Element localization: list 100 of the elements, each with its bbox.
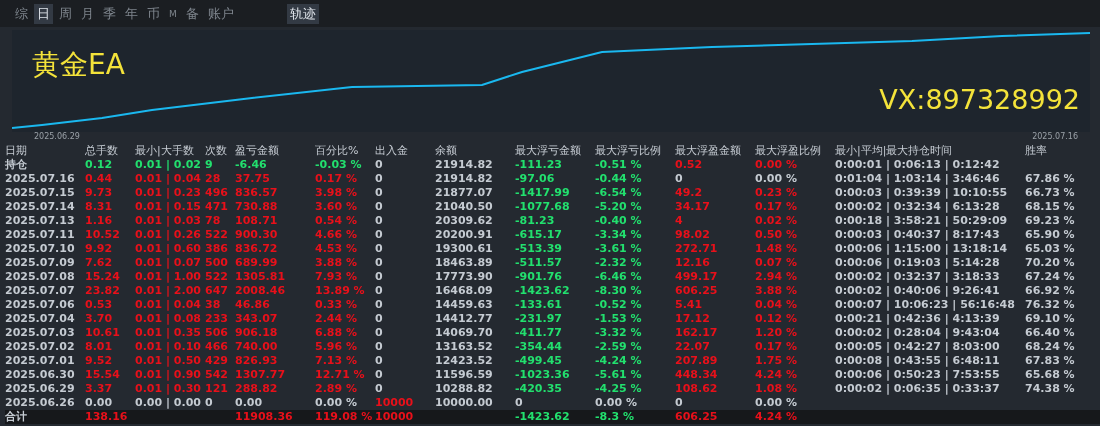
table-cell: 466 <box>205 340 228 353</box>
table-cell: 0.00 % <box>755 158 797 171</box>
table-cell: 496 <box>205 186 228 199</box>
table-cell: 0.01 | 0.50 <box>135 354 201 367</box>
table-cell: 21877.07 <box>435 186 493 199</box>
table-cell: 0.01 | 0.04 <box>135 298 201 311</box>
table-cell: 2025.07.01 <box>5 354 75 367</box>
table-cell: 7.62 <box>85 256 113 269</box>
table-cell: 0.01 | 0.15 <box>135 200 201 213</box>
table-cell: 1.75 % <box>755 354 797 367</box>
period-tab[interactable]: 备 <box>182 3 202 24</box>
table-cell: 0:00:02 | 0:06:35 | 0:33:37 <box>835 382 1000 395</box>
table-cell: 68.15 % <box>1025 200 1075 213</box>
table-cell: 0:00:02 | 0:28:04 | 9:43:04 <box>835 326 1000 339</box>
table-cell: 16468.09 <box>435 284 493 297</box>
axis-date-label: 2025.07.16 <box>1032 132 1078 143</box>
period-tab[interactable]: 日 <box>34 3 53 24</box>
table-cell: 0.01 | 0.26 <box>135 228 201 241</box>
table-cell: 2025.07.03 <box>5 326 75 339</box>
table-cell: 0.01 | 0.10 <box>135 340 201 353</box>
table-cell: 10288.82 <box>435 382 493 395</box>
table-cell: 0 <box>375 340 383 353</box>
column-header: 余额 <box>435 144 458 158</box>
table-cell: 0:00:01 | 0:06:13 | 0:12:42 <box>835 158 1000 171</box>
period-tab[interactable]: 账户 <box>204 3 237 24</box>
table-cell: 9.92 <box>85 242 113 255</box>
table-cell: 4.24 % <box>755 410 797 423</box>
table-cell: 0.00 % <box>755 172 797 185</box>
column-header: 百分比% <box>315 144 360 158</box>
table-cell: 0.02 % <box>755 214 797 227</box>
table-cell: 2025.06.26 <box>5 396 75 409</box>
table-cell: 0 <box>375 214 383 227</box>
column-header: 最小|平均|最大持仓时间 <box>835 144 954 158</box>
table-cell: -3.32 % <box>595 326 642 339</box>
table-cell: 1.16 <box>85 214 113 227</box>
table-cell: 0.17 % <box>755 340 797 353</box>
table-cell: -0.40 % <box>595 214 642 227</box>
table-cell: -8.3 % <box>595 410 634 423</box>
table-cell: -3.61 % <box>595 242 642 255</box>
table-cell: 0 <box>515 396 523 409</box>
table-cell: 2.44 % <box>315 312 357 325</box>
table-cell: 0.17 % <box>315 172 357 185</box>
period-tab[interactable]: 月 <box>78 3 97 24</box>
table-cell: 49.2 <box>675 186 703 199</box>
period-tab[interactable]: 季 <box>100 3 119 24</box>
table-cell: -499.45 <box>515 354 562 367</box>
table-cell: 0 <box>375 186 383 199</box>
table-cell: 2025.07.06 <box>5 298 75 311</box>
table-cell: -513.39 <box>515 242 562 255</box>
table-cell: 65.90 % <box>1025 228 1075 241</box>
period-tab[interactable]: M <box>166 3 180 24</box>
table-cell: 2025.06.30 <box>5 368 75 381</box>
table-cell: 21914.82 <box>435 158 493 171</box>
table-cell: -420.35 <box>515 382 562 395</box>
table-cell: -0.44 % <box>595 172 642 185</box>
table-cell: 0.01 | 0.07 <box>135 256 201 269</box>
contact-text: VX:897328992 <box>879 84 1080 115</box>
table-cell: 13163.52 <box>435 340 493 353</box>
table-cell: 1.48 % <box>755 242 797 255</box>
table-cell: 0.44 <box>85 172 113 185</box>
table-cell: 0 <box>205 396 213 409</box>
table-cell: 121 <box>205 382 228 395</box>
chart-title: 黄金EA <box>32 47 125 83</box>
table-cell: 0:00:06 | 0:50:23 | 7:53:55 <box>835 368 1000 381</box>
table-cell: 836.72 <box>235 242 278 255</box>
table-cell: 15.54 <box>85 368 120 381</box>
period-tab[interactable]: 年 <box>122 3 141 24</box>
table-cell: 1.08 % <box>755 382 797 395</box>
view-tab[interactable]: 轨迹 <box>286 3 319 24</box>
period-tab[interactable]: 币 <box>144 3 163 24</box>
table-cell: -901.76 <box>515 270 562 283</box>
table-cell: 429 <box>205 354 228 367</box>
table-cell: 0.00 % <box>595 396 637 409</box>
period-tab[interactable]: 综 <box>12 3 31 24</box>
table-cell: 69.23 % <box>1025 214 1075 227</box>
table-cell: -0.52 % <box>595 298 642 311</box>
table-cell: 66.92 % <box>1025 284 1075 297</box>
table-cell: 11596.59 <box>435 368 493 381</box>
table-cell: 1305.81 <box>235 270 286 283</box>
table-cell: 272.71 <box>675 242 718 255</box>
table-cell: 4.24 % <box>755 368 797 381</box>
column-header: 日期 <box>5 144 28 158</box>
table-cell: 900.30 <box>235 228 278 241</box>
table-cell: 10000 <box>375 396 414 409</box>
table-cell: 0:00:03 | 0:39:39 | 10:10:55 <box>835 186 1008 199</box>
table-cell: 0.01 | 1.00 <box>135 270 201 283</box>
table-cell: 906.18 <box>235 326 278 339</box>
table-cell: 0:00:08 | 0:43:55 | 6:48:11 <box>835 354 1000 367</box>
table-cell: 0 <box>375 312 383 325</box>
table-cell: 0 <box>375 382 383 395</box>
period-tab[interactable]: 周 <box>56 3 75 24</box>
column-header: 胜率 <box>1025 144 1048 158</box>
table-cell: 2025.07.14 <box>5 200 75 213</box>
table-cell: -354.44 <box>515 340 562 353</box>
table-cell: 0.17 % <box>755 200 797 213</box>
table-cell: 3.70 <box>85 312 113 325</box>
table-cell: 17773.90 <box>435 270 493 283</box>
table-cell: 606.25 <box>675 284 718 297</box>
table-cell: 9 <box>205 158 213 171</box>
table-cell: 67.83 % <box>1025 354 1075 367</box>
